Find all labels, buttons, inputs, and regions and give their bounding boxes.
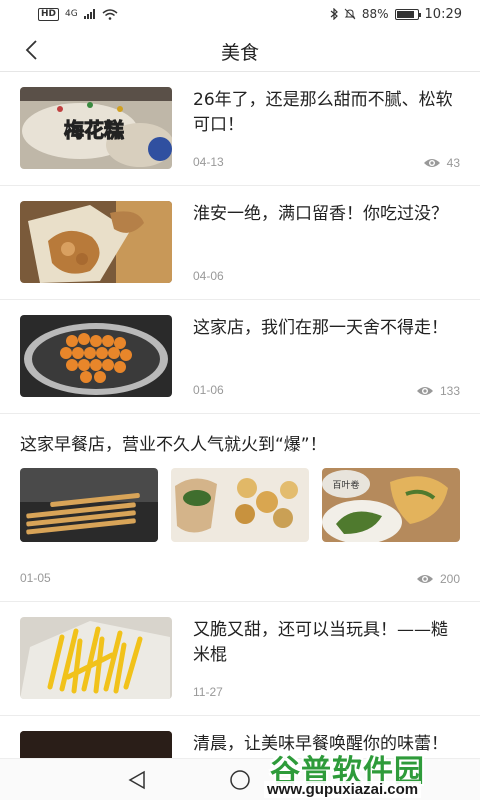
article-views: 43: [423, 156, 460, 170]
article-item[interactable]: 淮安一绝，满口留香！你吃过没？ 04-06: [0, 186, 480, 300]
battery-percent: 88%: [361, 7, 389, 21]
article-title: 这家早餐店，营业不久人气就火到“爆”！: [20, 435, 327, 455]
cell-signal-icon: [83, 9, 95, 19]
article-feed: 梅花糕 26年了，还是那么甜而不腻、松软可口！ 04-13 43 淮安一绝，满口…: [0, 72, 480, 758]
article-title: 这家店，我们在那一天舍不得走！: [193, 318, 448, 338]
article-views: 200: [416, 572, 460, 586]
nav-back-icon[interactable]: [126, 770, 148, 790]
bluetooth-icon: [330, 8, 338, 20]
page-title: 美食: [220, 42, 259, 64]
article-title: 淮安一绝，满口留香！你吃过没？: [193, 204, 448, 224]
wifi-icon: [102, 8, 118, 20]
clock: 10:29: [424, 6, 462, 22]
eye-icon: [423, 159, 440, 167]
thumbnail-caption: 梅花糕: [64, 118, 124, 142]
article-date: 11-27: [193, 685, 223, 699]
view-count: 200: [439, 572, 460, 586]
eye-icon: [416, 575, 433, 583]
mute-bell-icon: [344, 8, 356, 20]
battery-icon: [394, 8, 421, 20]
app-bar: 美食: [0, 28, 480, 72]
status-bar: HD 4G 88% 10:29: [0, 0, 480, 28]
view-count: 133: [439, 384, 460, 398]
store-sign-text: 百叶卷: [332, 479, 359, 491]
article-image: 百叶卷: [322, 468, 460, 542]
article-image: [20, 468, 158, 542]
article-thumbnail: [20, 731, 172, 758]
article-item[interactable]: 这家店，我们在那一天舍不得走！ 01-06 133: [0, 300, 480, 414]
article-thumbnail: [20, 315, 172, 397]
hd-badge: HD: [38, 7, 60, 21]
article-item[interactable]: 梅花糕 26年了，还是那么甜而不腻、松软可口！ 04-13 43: [0, 72, 480, 186]
watermark-url: www.gupuxiazai.com: [264, 781, 422, 798]
nav-home-icon[interactable]: [229, 769, 251, 791]
eye-icon: [416, 387, 433, 395]
article-title: 又脆又甜，还可以当玩具！——糙米棍: [193, 620, 448, 665]
article-image-row: 百叶卷: [20, 468, 460, 542]
article-date: 04-13: [193, 155, 224, 169]
article-date: 01-06: [193, 383, 224, 397]
cell-signal-label: 4G: [65, 9, 78, 19]
article-thumbnail: [20, 617, 172, 699]
article-image: [171, 468, 309, 542]
article-item[interactable]: 又脆又甜，还可以当玩具！——糙米棍 11-27: [0, 602, 480, 716]
article-item-gallery[interactable]: 这家早餐店，营业不久人气就火到“爆”！ 百叶卷 01-05 200: [0, 414, 480, 602]
article-views: 133: [416, 384, 460, 398]
article-thumbnail: 梅花糕: [20, 87, 172, 169]
view-count: 43: [446, 156, 460, 170]
article-title: 26年了，还是那么甜而不腻、松软可口！: [193, 90, 453, 135]
article-thumbnail: [20, 201, 172, 283]
article-date: 01-05: [20, 571, 51, 585]
site-watermark: 谷普软件园 www.gupuxiazai.com: [264, 746, 476, 798]
article-date: 04-06: [193, 269, 224, 283]
